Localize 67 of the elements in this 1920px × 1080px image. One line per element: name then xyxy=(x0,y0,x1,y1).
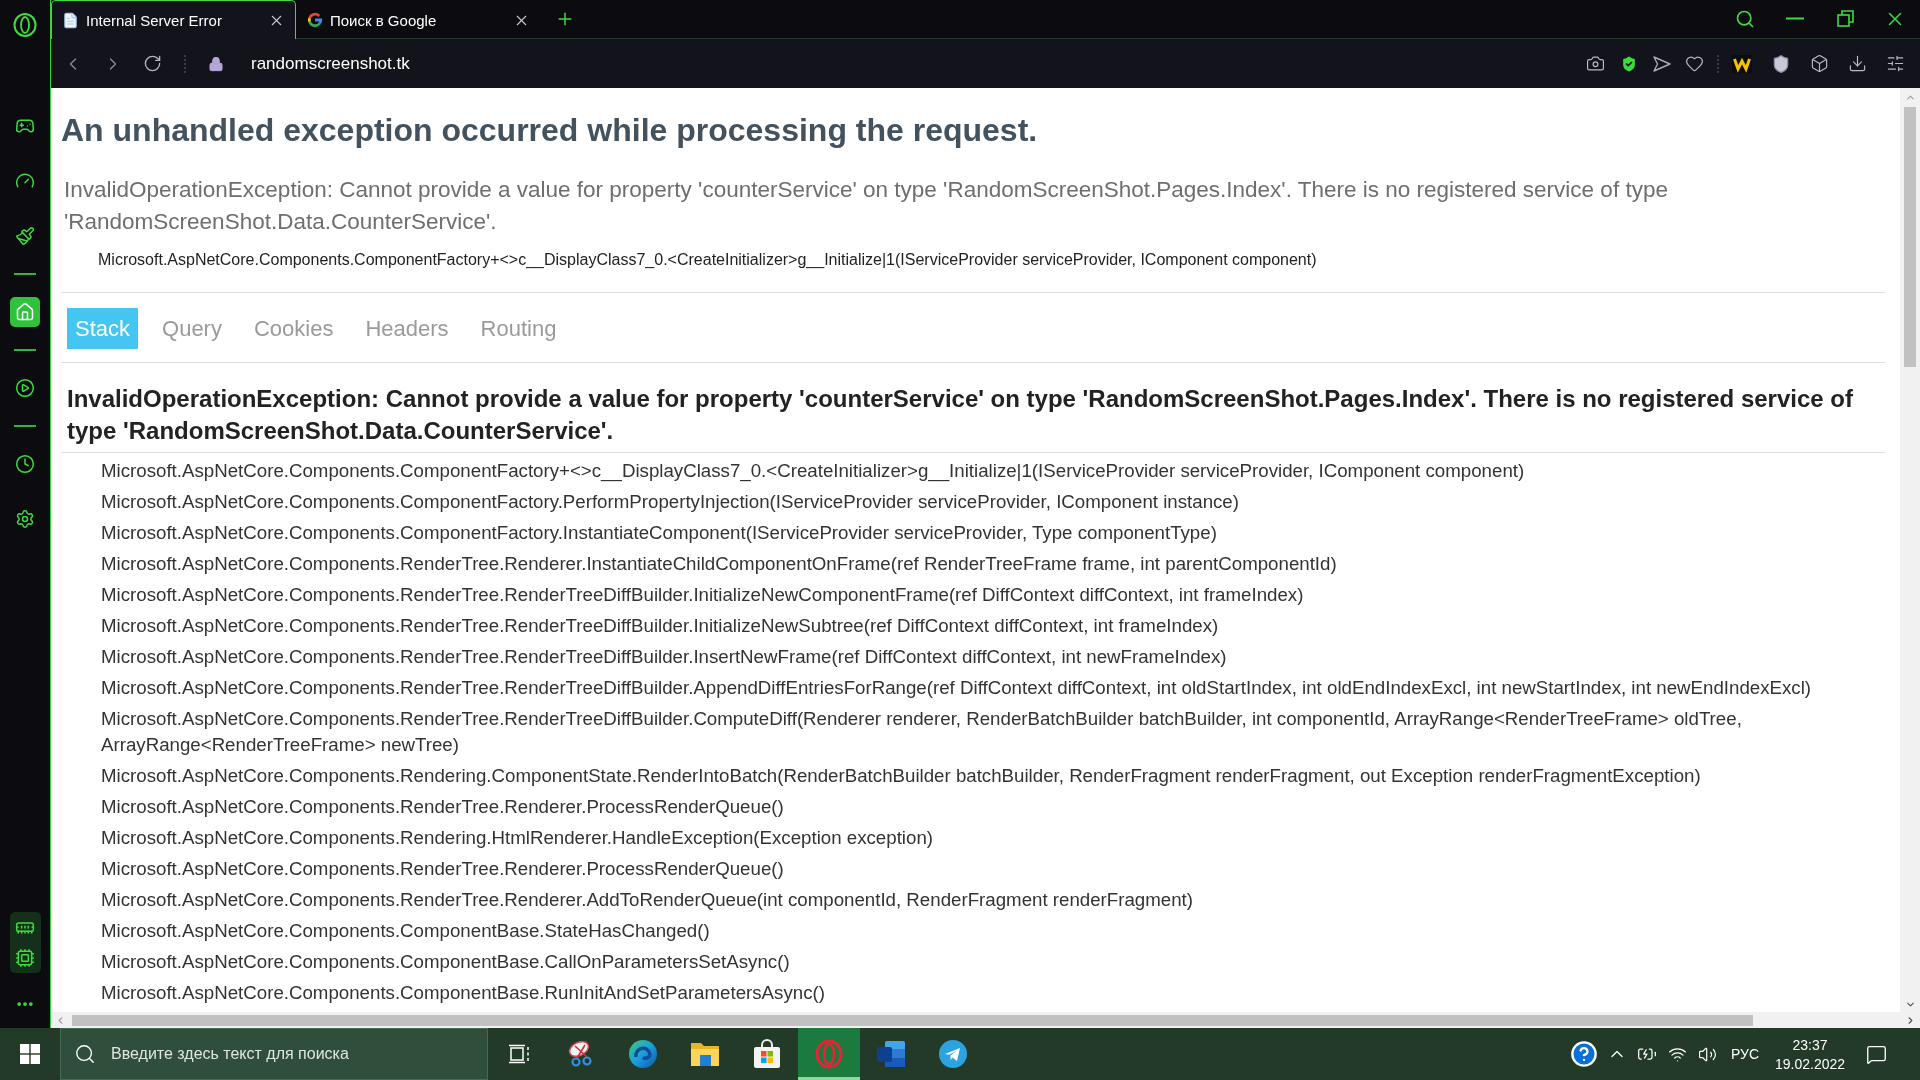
home-icon xyxy=(15,302,35,322)
logo-icon xyxy=(307,12,323,28)
stack-frame: Microsoft.AspNetCore.Components.ComponentFactory+<>c__DisplayClass7_0.<CreateInitializer>g__Initialize|1(IServiceProvider serviceProvider, IComponent component) xyxy=(101,455,1885,486)
ring-logo-icon xyxy=(815,1039,843,1069)
stack-frame: Microsoft.AspNetCore.Components.RenderTree.Renderer.ProcessRenderQueue() xyxy=(101,791,1885,822)
scrollbar-thumb[interactable] xyxy=(72,1014,1753,1026)
restore-icon[interactable] xyxy=(1836,10,1854,27)
camera-icon[interactable] xyxy=(1586,54,1605,73)
language-indicator[interactable]: РУС xyxy=(1730,1046,1759,1062)
error-message: InvalidOperationException: Cannot provide a value for property 'counterService' on type 'RandomScreenShot.Pages.Index'. There is no registered service of type 'RandomScreenShot.Data.CounterService'. xyxy=(64,176,1669,236)
browser-tab[interactable]: Поиск в Google xyxy=(296,0,541,39)
zigzag-logo-icon[interactable] xyxy=(1732,54,1752,73)
minimize-icon[interactable] xyxy=(1786,17,1804,20)
search-icon xyxy=(74,1043,96,1065)
clock-icon xyxy=(15,454,35,474)
chip-icon[interactable] xyxy=(15,947,35,968)
stack-frame: Microsoft.AspNetCore.Components.RenderTree.RenderTreeDiffBuilder.InitializeNewSubtree(ref DiffContext diffContext, int frameIndex) xyxy=(101,610,1885,641)
error-location: Microsoft.AspNetCore.Components.ComponentFactory+<>c__DisplayClass7_0.<CreateInitializer>g__Initialize|1(IServiceProvider serviceProvider, IComponent component) xyxy=(98,250,1318,271)
help-icon[interactable] xyxy=(1570,1040,1598,1068)
exception-heading: InvalidOperationException: Cannot provide a value for property 'counterService' on type 'RandomScreenShot.Pages.Index'. There is no registered service of type 'RandomScreenShot.Data.CounterService'. xyxy=(67,384,1854,446)
stack-frame: Microsoft.AspNetCore.Components.ComponentBase.StateHasChanged() xyxy=(101,915,1885,946)
stack-frame: Microsoft.AspNetCore.Components.Rendering.HtmlRenderer.HandleException(Exception exception) xyxy=(101,822,1885,853)
stack-frame: Microsoft.AspNetCore.Components.ComponentFactory.InstantiateComponent(IServiceProvider serviceProvider, Type componentType) xyxy=(101,517,1885,548)
clock-time[interactable]: 23:37 xyxy=(1792,1036,1828,1053)
document-icon xyxy=(62,11,79,29)
cube-icon[interactable] xyxy=(1810,54,1829,73)
paper-plane-icon xyxy=(938,1039,968,1069)
lock-icon xyxy=(208,55,224,72)
shield-icon[interactable] xyxy=(1771,53,1791,74)
stack-frame: Microsoft.AspNetCore.Components.RenderTree.RenderTreeDiffBuilder.AppendDiffEntriesForRange(ref DiffContext diffContext, int oldStartIndex, int oldEndIndexExcl, int newStartIndex, int newEndIndexExcl) xyxy=(101,672,1885,703)
reload-icon[interactable] xyxy=(143,54,162,73)
ring-logo-icon xyxy=(13,13,37,37)
brush-icon xyxy=(15,226,35,246)
stack-frame: Microsoft.AspNetCore.Components.RenderTree.RenderTreeDiffBuilder.InsertNewFrame(ref DiffContext diffContext, int newFrameIndex) xyxy=(101,641,1885,672)
send-icon[interactable] xyxy=(1653,55,1671,72)
stack-frame: Microsoft.AspNetCore.Components.Rendering.ComponentState.RenderIntoBatch(RenderBatchBuilder batchBuilder, RenderFragment renderFragment, out Exception renderFragmentException) xyxy=(101,760,1885,791)
clock-date[interactable]: 19.02.2022 xyxy=(1774,1055,1846,1072)
sidebar-button[interactable] xyxy=(10,297,40,327)
search-field[interactable]: Введите здесь текст для поиска xyxy=(60,1028,488,1080)
task-view-icon xyxy=(508,1043,530,1065)
stack-frame: Microsoft.AspNetCore.Components.RenderTree.Renderer.ProcessRenderQueue() xyxy=(101,853,1885,884)
stack-frame: Microsoft.AspNetCore.Components.RenderTree.Renderer.AddToRenderQueue(int componentId, RenderFragment renderFragment) xyxy=(101,884,1885,915)
sliders-icon[interactable] xyxy=(1886,54,1905,73)
heart-icon[interactable] xyxy=(1685,54,1704,73)
search-icon[interactable] xyxy=(1735,8,1755,29)
notifications-icon[interactable] xyxy=(1865,1043,1887,1065)
stack-frame: Microsoft.AspNetCore.Components.RenderTree.RenderTreeDiffBuilder.ComputeDiff(Renderer renderer, RenderBatchBuilder batchBuilder, int componentId, ArrayRange<RenderTreeFrame> oldTree, ArrayRange<RenderTreeFrame> newTree) xyxy=(101,703,1885,760)
error-title: An unhandled exception occurred while processing the request. xyxy=(61,112,1039,148)
chevron-down-icon[interactable] xyxy=(1904,999,1916,1010)
settings-icon xyxy=(15,509,35,529)
address-field[interactable]: randomscreenshot.tk xyxy=(251,53,410,74)
stack-frame: Microsoft.AspNetCore.Components.ComponentBase.CallOnParametersSetAsync() xyxy=(101,946,1885,977)
stack-frame: Microsoft.AspNetCore.Components.ComponentBase.RunInitAndSetParametersAsync() xyxy=(101,977,1885,1008)
stack-frame: Microsoft.AspNetCore.Components.ComponentFactory.PerformPropertyInjection(IServiceProvider serviceProvider, IComponent instance) xyxy=(101,486,1885,517)
scrollbar-thumb[interactable] xyxy=(1904,107,1916,367)
grid-logo-icon xyxy=(20,1044,40,1064)
stack-frame: Microsoft.AspNetCore.Components.RenderTree.Renderer.InstantiateChildComponentOnFrame(ref RenderTreeFrame frame, int parentComponentId) xyxy=(101,548,1885,579)
play-icon xyxy=(15,378,35,398)
gamepad-icon xyxy=(15,116,35,136)
document-logo-icon xyxy=(876,1040,906,1068)
stack-frame: Microsoft.AspNetCore.Components.RenderTree.RenderTreeDiffBuilder.InitializeNewComponentFrame(ref DiffContext diffContext, int frameIndex) xyxy=(101,579,1885,610)
folder-icon xyxy=(690,1041,720,1067)
swirl-logo-icon xyxy=(628,1039,658,1069)
shopping-bag-icon xyxy=(753,1039,781,1069)
gauge-icon xyxy=(15,171,35,191)
download-icon[interactable] xyxy=(1848,54,1867,73)
browser-tab[interactable]: Internal Server Error xyxy=(51,0,296,39)
